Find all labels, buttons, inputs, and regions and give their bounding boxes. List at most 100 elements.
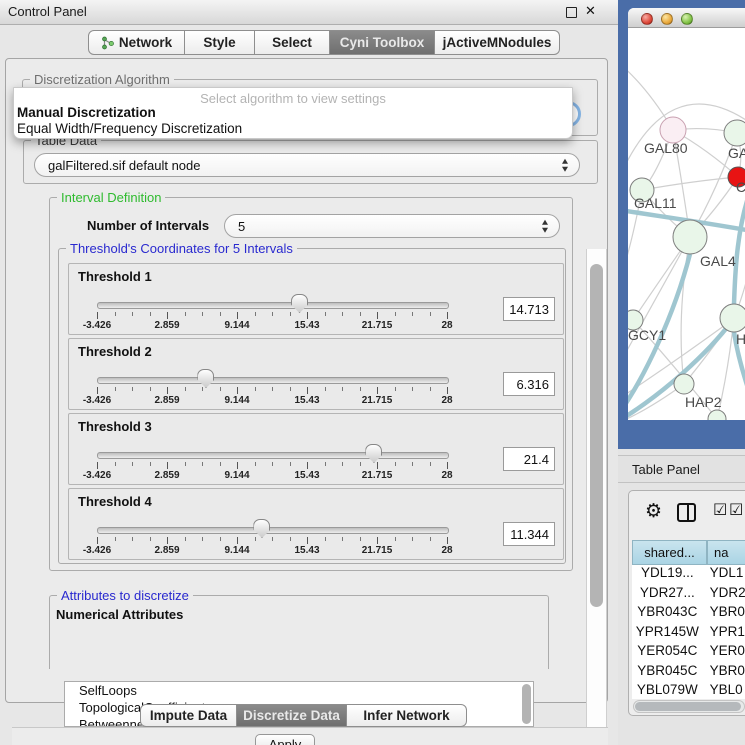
- cell-name: YBL0: [703, 682, 745, 699]
- table-panel-titlebar: Table Panel: [618, 455, 745, 483]
- tab-infer-network-label: Infer Network: [363, 708, 449, 723]
- scrollbar-thumb[interactable]: [635, 702, 741, 711]
- table-row[interactable]: YBR043CYBR0: [632, 604, 745, 624]
- network-canvas[interactable]: GAL80GAGAL11CGAL4GCY1HHAP2: [628, 28, 745, 420]
- tab-discretize-data[interactable]: Discretize Data: [237, 704, 347, 727]
- tick-label: 2.859: [154, 545, 179, 556]
- column-header-shared[interactable]: shared...: [632, 540, 707, 565]
- tick-mark: [202, 387, 203, 391]
- tick-mark: [115, 312, 116, 316]
- tab-style-label: Style: [203, 35, 235, 50]
- tick-label: 28: [441, 470, 452, 481]
- threshold-2-panel: Threshold 2 -3.4262.8599.14415.4321.7152…: [68, 338, 564, 410]
- tick-mark: [377, 387, 378, 394]
- tab-style[interactable]: Style: [185, 30, 255, 55]
- column-layout-icon[interactable]: [677, 503, 696, 522]
- close-icon[interactable]: ✕: [585, 3, 596, 19]
- tab-impute-data-label: Impute Data: [150, 708, 227, 723]
- tab-impute-data[interactable]: Impute Data: [140, 704, 237, 727]
- network-node-green[interactable]: [724, 120, 745, 146]
- network-node-label: HAP2: [685, 394, 722, 410]
- tick-mark: [237, 537, 238, 544]
- threshold-3-value-field[interactable]: 21.4: [503, 447, 555, 471]
- threshold-1-value-field[interactable]: 14.713: [503, 297, 555, 321]
- slider-tick-labels: -3.4262.8599.14415.4321.71528: [97, 395, 447, 407]
- close-traffic-light-icon[interactable]: [641, 13, 653, 25]
- cell-name: YBR0: [703, 604, 745, 624]
- network-node-green[interactable]: [720, 304, 745, 332]
- table-row[interactable]: YDR27...YDR2: [632, 585, 745, 605]
- column-header-name[interactable]: na: [707, 540, 745, 565]
- tick-mark: [395, 312, 396, 316]
- tick-mark: [290, 462, 291, 466]
- scrollbar-thumb[interactable]: [590, 264, 603, 607]
- tick-mark: [202, 462, 203, 466]
- tick-mark: [360, 312, 361, 316]
- tab-jactivemnodules[interactable]: jActiveMNodules: [435, 30, 560, 55]
- table-row[interactable]: YBR045CYBR0: [632, 663, 745, 683]
- tick-mark: [97, 462, 98, 469]
- slider-thumb[interactable]: [197, 369, 214, 388]
- network-icon: [101, 36, 114, 50]
- control-panel-titlebar: Control Panel ✕: [0, 0, 618, 25]
- number-of-intervals-combobox[interactable]: 5: [224, 214, 560, 238]
- dropdown-option-manual[interactable]: Manual Discretization: [17, 105, 156, 120]
- table-data-group: Table Data galFiltered.sif default node: [23, 140, 598, 184]
- tick-label: 2.859: [154, 470, 179, 481]
- table-data-combobox[interactable]: galFiltered.sif default node: [34, 153, 580, 177]
- tick-mark: [132, 387, 133, 391]
- tick-mark: [447, 462, 448, 469]
- float-window-icon[interactable]: [566, 7, 577, 18]
- tick-mark: [272, 537, 273, 541]
- slider-tick-labels: -3.4262.8599.14415.4321.71528: [97, 545, 447, 557]
- vertical-scrollbar[interactable]: [586, 249, 607, 727]
- tick-mark: [325, 387, 326, 391]
- network-window-frame: GAL80GAGAL11CGAL4GCY1HHAP2: [618, 0, 745, 449]
- threshold-2-value-field[interactable]: 6.316: [503, 372, 555, 396]
- tick-mark: [237, 462, 238, 469]
- tick-mark: [185, 312, 186, 316]
- tab-cyni-toolbox[interactable]: Cyni Toolbox: [330, 30, 435, 55]
- tick-mark: [360, 462, 361, 466]
- minimize-traffic-light-icon[interactable]: [661, 13, 673, 25]
- tick-label: -3.426: [83, 470, 111, 481]
- attribute-list-item[interactable]: SelfLoops: [65, 682, 533, 699]
- horizontal-scrollbar[interactable]: [633, 700, 745, 713]
- gear-icon[interactable]: ⚙: [645, 500, 662, 523]
- tick-mark: [167, 462, 168, 469]
- checkbox-checked-icon[interactable]: ☑: [729, 500, 743, 520]
- tick-mark: [167, 312, 168, 319]
- tick-mark: [237, 312, 238, 319]
- tab-network[interactable]: Network: [88, 30, 185, 55]
- table-row[interactable]: YPR145WYPR1: [632, 624, 745, 644]
- tick-mark: [342, 462, 343, 466]
- network-node-label: GA: [728, 145, 745, 161]
- tab-infer-network[interactable]: Infer Network: [347, 704, 467, 727]
- threshold-4-value-field[interactable]: 11.344: [503, 522, 555, 546]
- list-scrollbar[interactable]: [522, 684, 531, 724]
- tick-mark: [220, 537, 221, 541]
- slider-thumb[interactable]: [365, 444, 382, 463]
- tick-mark: [185, 387, 186, 391]
- slider-thumb[interactable]: [291, 294, 308, 313]
- dropdown-option-equal-width[interactable]: Equal Width/Frequency Discretization: [17, 121, 242, 136]
- attributes-group: Attributes to discretize Numerical Attri…: [49, 595, 549, 669]
- apply-button[interactable]: Apply: [255, 734, 315, 745]
- tick-mark: [185, 462, 186, 466]
- tick-label: 21.715: [362, 320, 393, 331]
- network-node-label: GAL4: [700, 253, 736, 269]
- tick-mark: [255, 312, 256, 316]
- checkbox-checked-icon[interactable]: ☑: [713, 500, 727, 520]
- cell-shared-name: YER054C: [632, 643, 703, 663]
- slider-thumb[interactable]: [253, 519, 270, 538]
- table-row[interactable]: YER054CYER0: [632, 643, 745, 663]
- table-row[interactable]: YDL19...YDL1: [632, 565, 745, 585]
- tick-mark: [150, 312, 151, 316]
- network-node-green[interactable]: [673, 220, 707, 254]
- table-row[interactable]: YBL079WYBL0: [632, 682, 745, 699]
- tick-mark: [430, 312, 431, 316]
- network-node-green[interactable]: [674, 374, 694, 394]
- tab-select[interactable]: Select: [255, 30, 330, 55]
- zoom-traffic-light-icon[interactable]: [681, 13, 693, 25]
- table-panel-toolbar: ⚙ ☑ ☑: [629, 491, 745, 539]
